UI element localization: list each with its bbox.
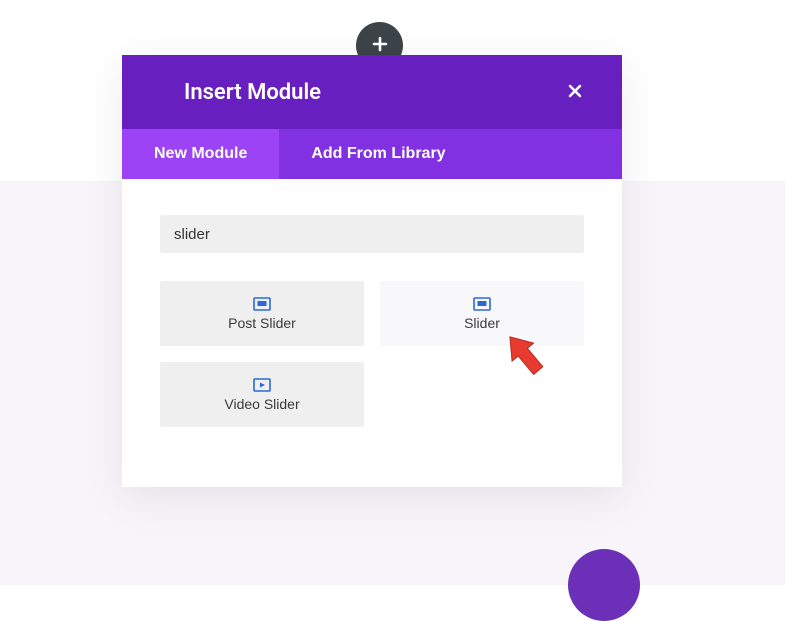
module-post-slider[interactable]: Post Slider bbox=[160, 281, 364, 346]
modal-tabs: New Module Add From Library bbox=[122, 129, 622, 179]
insert-module-modal: Insert Module New Module Add From Librar… bbox=[122, 55, 622, 487]
module-video-slider[interactable]: Video Slider bbox=[160, 362, 364, 427]
slider-icon bbox=[473, 297, 491, 311]
modal-title: Insert Module bbox=[184, 80, 321, 105]
module-label: Video Slider bbox=[224, 396, 299, 412]
close-icon bbox=[566, 82, 584, 103]
module-grid: Post Slider Slider Vid bbox=[160, 281, 584, 427]
video-slider-icon bbox=[253, 378, 271, 392]
modal-body: Post Slider Slider Vid bbox=[122, 179, 622, 487]
modal-header: Insert Module bbox=[122, 55, 622, 129]
tab-new-module[interactable]: New Module bbox=[122, 129, 279, 179]
module-slider[interactable]: Slider bbox=[380, 281, 584, 346]
search-input[interactable] bbox=[160, 215, 584, 253]
post-slider-icon bbox=[253, 297, 271, 311]
close-button[interactable] bbox=[560, 76, 590, 109]
plus-icon bbox=[371, 35, 389, 57]
module-label: Post Slider bbox=[228, 315, 296, 331]
module-label: Slider bbox=[464, 315, 500, 331]
floating-action-button[interactable] bbox=[568, 549, 640, 621]
tab-add-from-library[interactable]: Add From Library bbox=[279, 129, 477, 179]
